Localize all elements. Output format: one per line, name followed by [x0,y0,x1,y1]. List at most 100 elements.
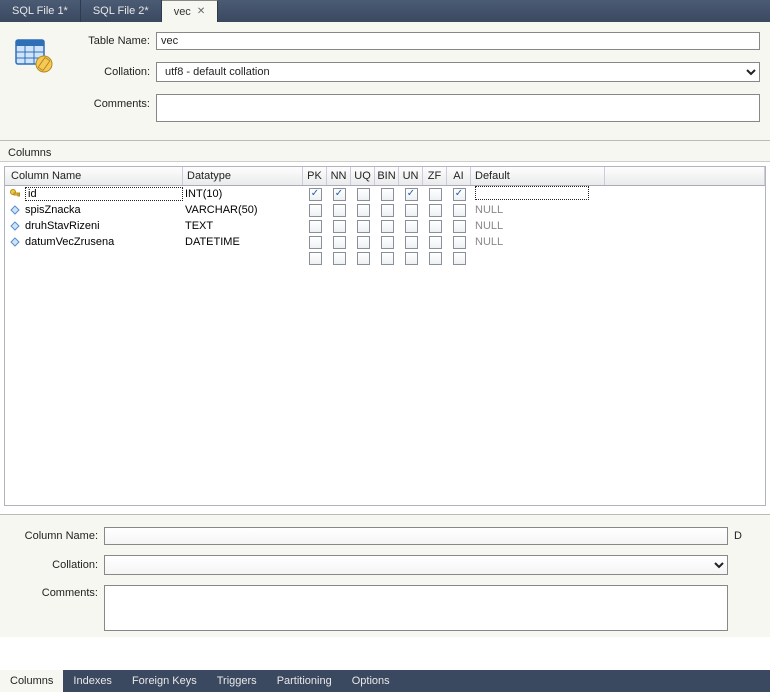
datatype-cell[interactable]: INT(10) [183,188,303,200]
checkbox[interactable] [333,236,346,249]
default-text: NULL [475,220,503,232]
tab-sqlfile1[interactable]: SQL File 1* [0,0,81,22]
checkbox[interactable] [357,220,370,233]
grid-header-uq[interactable]: UQ [351,167,375,185]
checkbox[interactable] [405,220,418,233]
grid-header-zf[interactable]: ZF [423,167,447,185]
bottom-tab-bar: Columns Indexes Foreign Keys Triggers Pa… [0,670,770,692]
checkbox[interactable] [309,252,322,265]
grid-header-pk[interactable]: PK [303,167,327,185]
collation-select[interactable]: utf8 - default collation [156,62,760,82]
checkbox[interactable] [405,204,418,217]
checkbox[interactable] [429,236,442,249]
grid-header-bin[interactable]: BIN [375,167,399,185]
checkbox[interactable] [405,252,418,265]
checkbox[interactable] [405,236,418,249]
grid-header-default[interactable]: Default [471,167,605,185]
collation-label: Collation: [70,66,150,78]
grid-header-un[interactable]: UN [399,167,423,185]
table-name-input[interactable] [156,32,760,50]
table-name-label: Table Name: [70,35,150,47]
table-row-empty[interactable] [5,250,765,266]
bottom-tab-columns[interactable]: Columns [0,670,63,692]
checkbox[interactable] [309,188,322,201]
column-icon [9,220,21,232]
column-icon [9,236,21,248]
tab-sqlfile2[interactable]: SQL File 2* [81,0,162,22]
tab-label: SQL File 1* [12,5,68,17]
table-icon [14,36,54,76]
datatype-cell[interactable]: VARCHAR(50) [183,204,303,216]
grid-header-colname[interactable]: Column Name [5,167,183,185]
checkbox[interactable] [453,252,466,265]
bottom-tab-foreignkeys[interactable]: Foreign Keys [122,670,207,692]
checkbox[interactable] [333,220,346,233]
checkbox[interactable] [309,220,322,233]
checkbox[interactable] [381,252,394,265]
table-row[interactable]: idINT(10) [5,186,765,202]
checkbox[interactable] [357,252,370,265]
datatype-cell[interactable]: TEXT [183,220,303,232]
detail-collation-label: Collation: [8,559,98,571]
checkbox[interactable] [453,188,466,201]
datatype-cell[interactable]: DATETIME [183,236,303,248]
checkbox[interactable] [357,188,370,201]
checkbox[interactable] [453,204,466,217]
bottom-tab-triggers[interactable]: Triggers [207,670,267,692]
table-row[interactable]: datumVecZrusena DATETIME NULL [5,234,765,250]
detail-columnname-label: Column Name: [8,530,98,542]
detail-comments-label: Comments: [8,587,98,599]
checkbox[interactable] [429,220,442,233]
checkbox[interactable] [333,188,346,201]
checkbox[interactable] [381,220,394,233]
checkbox[interactable] [333,204,346,217]
checkbox[interactable] [429,204,442,217]
table-row[interactable]: druhStavRizeniTEXTNULL [5,218,765,234]
checkbox[interactable] [381,188,394,201]
bottom-tab-options[interactable]: Options [342,670,400,692]
column-name-text: spisZnacka [25,204,81,216]
checkbox[interactable] [453,236,466,249]
checkbox[interactable] [381,204,394,217]
checkbox[interactable] [309,236,322,249]
column-name-text: datumVecZrusena [25,236,114,248]
columns-section-title: Columns [0,141,770,162]
default-text: NULL [475,204,503,216]
comments-label: Comments: [70,98,150,110]
bottom-tab-label: Partitioning [277,675,332,687]
column-name-edit[interactable]: id [25,187,183,201]
bottom-tab-indexes[interactable]: Indexes [63,670,122,692]
grid-header-nn[interactable]: NN [327,167,351,185]
bottom-tab-partitioning[interactable]: Partitioning [267,670,342,692]
table-header-form: Table Name: Collation: utf8 - default co… [0,22,770,141]
checkbox[interactable] [405,188,418,201]
grid-header-ai[interactable]: AI [447,167,471,185]
default-text: NULL [475,236,503,248]
detail-datatype-sidelabel: D [734,530,762,542]
top-tab-bar: SQL File 1* SQL File 2* vec ✕ [0,0,770,22]
checkbox[interactable] [333,252,346,265]
key-icon [9,188,21,200]
column-details-panel: Column Name: D Collation: Comments: [0,514,770,637]
default-edit[interactable] [475,186,589,200]
column-icon [9,204,21,216]
table-row[interactable]: spisZnacka VARCHAR(50) NULL [5,202,765,218]
bottom-tab-label: Foreign Keys [132,675,197,687]
checkbox[interactable] [453,220,466,233]
grid-header-datatype[interactable]: Datatype [183,167,303,185]
bottom-tab-label: Indexes [73,675,112,687]
detail-collation-select[interactable] [104,555,728,575]
checkbox[interactable] [429,188,442,201]
tab-label: vec [174,6,191,18]
bottom-tab-label: Triggers [217,675,257,687]
checkbox[interactable] [429,252,442,265]
checkbox[interactable] [357,236,370,249]
detail-comments-textarea[interactable] [104,585,728,631]
close-icon[interactable]: ✕ [197,6,205,17]
checkbox[interactable] [357,204,370,217]
checkbox[interactable] [381,236,394,249]
tab-vec[interactable]: vec ✕ [162,0,219,22]
comments-textarea[interactable] [156,94,760,122]
detail-columnname-input[interactable] [104,527,728,545]
checkbox[interactable] [309,204,322,217]
